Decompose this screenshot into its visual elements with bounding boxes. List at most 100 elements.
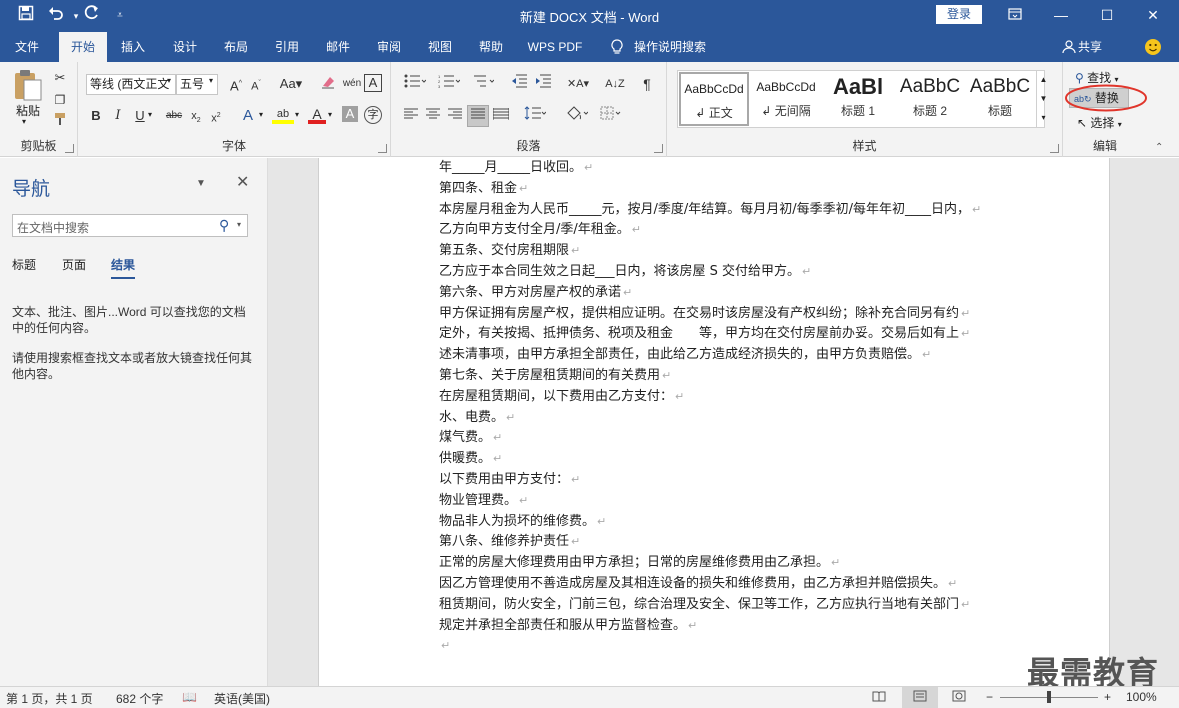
document-body[interactable]: 年_____月_____日收回。 ↵ 第四条、租金 ↵ 本房屋月租金为人民币_____元… xyxy=(439,158,999,657)
tab-insert[interactable]: 插入 xyxy=(113,32,153,62)
nav-tab-results[interactable]: 结果 xyxy=(111,256,136,279)
change-case-icon[interactable]: Aa▾ xyxy=(276,74,306,94)
strikethrough-icon[interactable]: abc xyxy=(162,106,186,126)
smiley-feedback-icon[interactable] xyxy=(1142,32,1164,62)
document-paragraph[interactable]: 规定并承担全部责任和服从甲方监督检查。 ↵ xyxy=(439,616,999,637)
italic-icon[interactable]: I xyxy=(110,106,126,126)
align-left-icon[interactable] xyxy=(401,106,421,126)
style-heading-1[interactable]: AaBl 标题 1 xyxy=(823,72,893,126)
document-paragraph[interactable]: 第六条、甲方对房屋产权的承诺 ↵ xyxy=(439,283,999,304)
document-paragraph[interactable]: 正常的房屋大修理费用由甲方承担；日常的房屋维修费用由乙承担。 ↵ xyxy=(439,553,999,574)
distributed-icon[interactable] xyxy=(491,106,511,126)
styles-scroll-down-icon[interactable]: ▼ xyxy=(1037,89,1050,108)
clear-formatting-icon[interactable] xyxy=(318,74,338,94)
align-right-icon[interactable] xyxy=(445,106,465,126)
underline-dropdown-icon[interactable]: ▾ xyxy=(148,110,152,119)
tab-help[interactable]: 帮助 xyxy=(471,32,511,62)
clipboard-launcher-icon[interactable] xyxy=(65,144,74,153)
share-button[interactable]: 共享 xyxy=(1078,32,1110,62)
document-paragraph[interactable]: 年_____月_____日收回。 ↵ xyxy=(439,158,999,179)
justify-icon[interactable] xyxy=(467,105,489,127)
nav-tab-headings[interactable]: 标题 xyxy=(12,256,36,273)
font-color-icon[interactable]: A xyxy=(308,104,326,124)
zoom-out-icon[interactable]: − xyxy=(986,690,993,704)
decrease-indent-icon[interactable] xyxy=(509,74,529,94)
document-paragraph[interactable]: 供暖费。 ↵ xyxy=(439,449,999,470)
style-heading-2[interactable]: AaBbC 标题 2 xyxy=(895,72,965,126)
proofing-icon[interactable]: 📖 xyxy=(182,690,197,704)
cut-icon[interactable]: ✂ xyxy=(50,68,70,88)
font-name-dropdown-icon[interactable]: ▾ xyxy=(167,76,171,85)
font-name-select[interactable]: 等线 (西文正文 xyxy=(86,74,176,95)
grow-font-icon[interactable]: A^ xyxy=(226,74,246,94)
close-icon[interactable]: ✕ xyxy=(1130,0,1176,30)
numbering-icon[interactable]: 123 xyxy=(435,74,463,94)
login-button[interactable]: 登录 xyxy=(936,5,982,24)
style-title[interactable]: AaBbC 标题 xyxy=(965,72,1035,126)
print-layout-icon[interactable] xyxy=(902,687,938,708)
show-formatting-marks-icon[interactable]: ¶ xyxy=(637,74,657,94)
document-paragraph[interactable]: 乙方应于本合同生效之日起___日内，将该房屋 S 交付给甲方。 ↵ xyxy=(439,262,999,283)
document-paragraph[interactable]: 物品非人为损坏的维修费。 ↵ xyxy=(439,512,999,533)
document-paragraph[interactable]: 甲方保证拥有房屋产权，提供相应证明。在交易时该房屋没有产权纠纷；除补充合同另有约… xyxy=(439,304,999,325)
styles-more-icon[interactable]: ▾ xyxy=(1037,108,1050,127)
text-effects-icon[interactable]: A xyxy=(238,106,258,126)
read-mode-icon[interactable] xyxy=(872,690,886,705)
document-paragraph[interactable]: 煤气费。 ↵ xyxy=(439,428,999,449)
tab-references[interactable]: 引用 xyxy=(267,32,307,62)
phonetic-guide-icon[interactable]: wén xyxy=(342,74,362,94)
word-count[interactable]: 682 个字 xyxy=(116,690,163,707)
document-paragraph[interactable]: 租赁期间，防火安全，门前三包，综合治理及安全、保卫等工作，乙方应执行当地有关部门… xyxy=(439,595,999,616)
highlight-color-icon[interactable]: ab xyxy=(272,104,294,124)
character-border-icon[interactable]: A xyxy=(364,74,382,92)
magnifier-icon[interactable]: ⚲ xyxy=(219,217,229,234)
nav-search-box[interactable]: 在文档中搜索 ⚲ ▾ xyxy=(12,214,248,237)
zoom-slider-thumb[interactable] xyxy=(1047,691,1051,703)
sort-icon[interactable]: A↓Z xyxy=(605,74,625,94)
paste-dropdown-icon[interactable]: ▾ xyxy=(22,117,26,126)
tell-me-search[interactable]: 操作说明搜索 xyxy=(634,32,714,62)
borders-icon[interactable] xyxy=(597,106,625,126)
document-paragraph[interactable]: 水、电费。 ↵ xyxy=(439,408,999,429)
shrink-font-icon[interactable]: Aˇ xyxy=(246,74,266,94)
subscript-icon[interactable]: x2 xyxy=(188,106,204,126)
underline-icon[interactable]: U xyxy=(132,106,148,126)
document-paragraph[interactable]: ↵ xyxy=(439,636,999,657)
page-count[interactable]: 第 1 页，共 1 页 xyxy=(6,690,93,707)
search-dropdown-icon[interactable]: ▾ xyxy=(237,220,241,229)
nav-tab-pages[interactable]: 页面 xyxy=(62,256,86,273)
document-paragraph[interactable]: 述未清事项，由甲方承担全部责任，由此给乙方造成经济损失的，由甲方负责赔偿。 ↵ xyxy=(439,345,999,366)
tab-view[interactable]: 视图 xyxy=(420,32,460,62)
bold-icon[interactable]: B xyxy=(88,106,104,126)
format-painter-icon[interactable] xyxy=(50,112,70,132)
web-layout-icon[interactable] xyxy=(952,690,966,705)
paste-icon[interactable] xyxy=(12,68,44,102)
document-paragraph[interactable]: 第五条、交付房租期限 ↵ xyxy=(439,241,999,262)
maximize-icon[interactable]: ☐ xyxy=(1084,0,1130,30)
zoom-in-icon[interactable]: + xyxy=(1104,690,1111,704)
document-paragraph[interactable]: 第八条、维修养护责任 ↵ xyxy=(439,532,999,553)
collapse-ribbon-icon[interactable]: ⌃ xyxy=(1155,142,1163,153)
document-paragraph[interactable]: 本房屋月租金为人民币_____元，按月/季度/年结算。每月月初/每季季初/每年年… xyxy=(439,200,999,221)
increase-indent-icon[interactable] xyxy=(533,74,553,94)
document-paragraph[interactable]: 定外，有关按揭、抵押债务、税项及租金 等，甲方均在交付房屋前办妥。交易后如有上 ↵ xyxy=(439,324,999,345)
character-shading-icon[interactable]: A xyxy=(342,106,358,122)
document-page[interactable]: 年_____月_____日收回。 ↵ 第四条、租金 ↵ 本房屋月租金为人民币_____元… xyxy=(318,158,1110,686)
align-center-icon[interactable] xyxy=(423,106,443,126)
font-launcher-icon[interactable] xyxy=(378,144,387,153)
style-no-spacing[interactable]: AaBbCcDd ↲ 无间隔 xyxy=(751,72,821,126)
font-size-dropdown-icon[interactable]: ▾ xyxy=(209,76,213,85)
enclose-characters-icon[interactable]: 字 xyxy=(364,106,382,124)
zoom-level[interactable]: 100% xyxy=(1126,690,1157,704)
document-paragraph[interactable]: 因乙方管理使用不善造成房屋及其相连设备的损失和维修费用，由乙方承担并赔偿损失。 ↵ xyxy=(439,574,999,595)
minimize-icon[interactable]: — xyxy=(1038,0,1084,30)
tab-layout[interactable]: 布局 xyxy=(216,32,256,62)
tab-review[interactable]: 审阅 xyxy=(369,32,409,62)
multilevel-list-icon[interactable] xyxy=(469,74,497,94)
ribbon-display-options-icon[interactable] xyxy=(992,0,1038,30)
document-paragraph[interactable]: 乙方向甲方支付全月/季/年租金。 ↵ xyxy=(439,220,999,241)
styles-scroll-up-icon[interactable]: ▲ xyxy=(1037,70,1050,89)
tab-home[interactable]: 开始 xyxy=(59,32,107,62)
line-spacing-icon[interactable] xyxy=(521,106,549,126)
nav-close-icon[interactable]: ✕ xyxy=(236,172,249,192)
